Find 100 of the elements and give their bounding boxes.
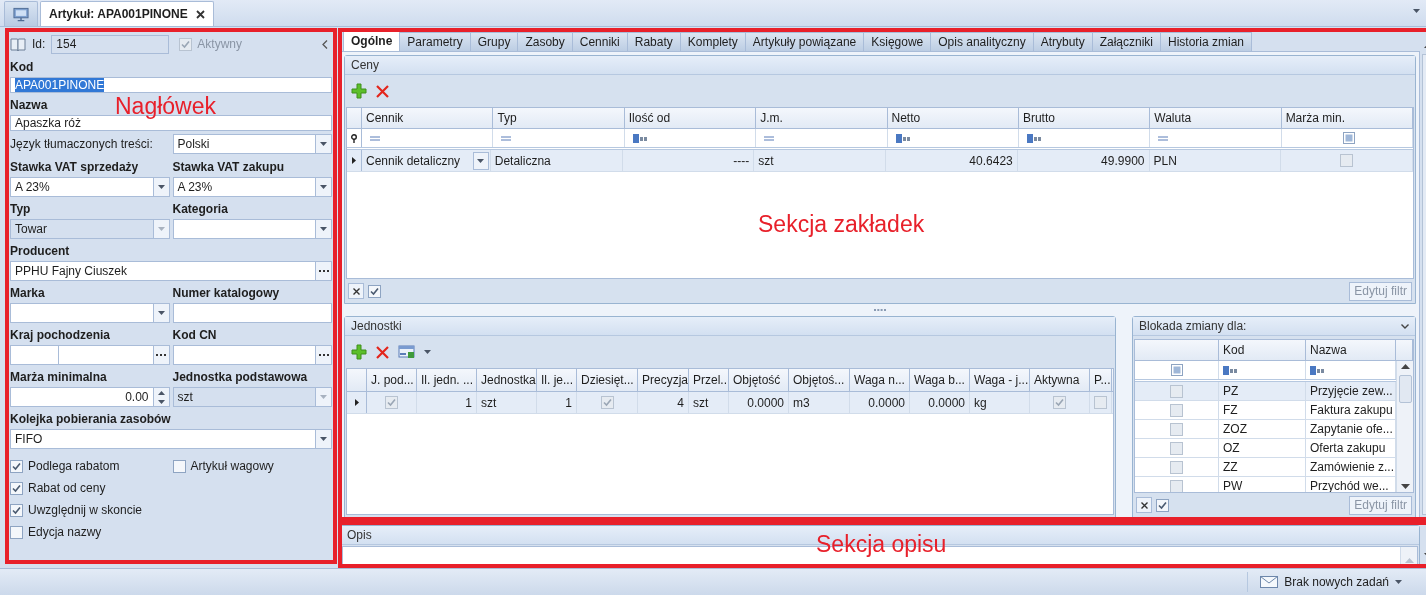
- filter-checkbox[interactable]: [1156, 498, 1169, 512]
- home-tab[interactable]: [4, 1, 38, 26]
- number-field[interactable]: 0.00: [10, 387, 154, 407]
- checkbox[interactable]: [10, 481, 23, 495]
- checkbox[interactable]: [10, 459, 23, 473]
- document-tab[interactable]: Artykuł: APA001PINONE: [40, 1, 214, 26]
- table-row[interactable]: 1 szt 1 4 szt 0.0000 m3 0.0000 0.0000 kg: [347, 392, 1113, 414]
- lookup-field[interactable]: PPHU Fajny Ciuszek: [10, 261, 316, 281]
- tab[interactable]: Załączniki: [1091, 32, 1161, 51]
- dropdown-button[interactable]: [316, 429, 332, 449]
- dropdown-field[interactable]: A 23%: [172, 177, 316, 197]
- column-header[interactable]: Objętość: [729, 369, 789, 391]
- checkbox[interactable]: [1094, 396, 1107, 409]
- delete-icon[interactable]: [375, 344, 390, 360]
- checkbox[interactable]: [1170, 422, 1183, 436]
- browse-button[interactable]: [316, 261, 332, 281]
- checkbox[interactable]: [1053, 396, 1066, 409]
- checkbox[interactable]: [1170, 441, 1183, 455]
- dropdown-button[interactable]: [316, 219, 332, 239]
- checkbox[interactable]: [10, 503, 23, 517]
- scroll-up-icon[interactable]: [1400, 364, 1410, 369]
- filter-checkbox-icon[interactable]: [1170, 364, 1183, 376]
- filter-checkbox[interactable]: [368, 284, 381, 298]
- column-header[interactable]: Precyzja: [638, 369, 689, 391]
- column-header[interactable]: Nazwa: [1306, 340, 1396, 360]
- column-header[interactable]: Waga - j...: [970, 369, 1030, 391]
- checkbox[interactable]: [1340, 154, 1354, 167]
- tab[interactable]: Artykuły powiązane: [744, 32, 865, 51]
- add-icon[interactable]: [351, 344, 367, 360]
- clear-filter-button[interactable]: [348, 283, 364, 299]
- column-header[interactable]: Aktywna: [1030, 369, 1090, 391]
- chevron-down-icon[interactable]: [1401, 323, 1409, 329]
- table-row[interactable]: PZ Przyjęcie zew...: [1135, 382, 1396, 401]
- table-row[interactable]: ZOZ Zapytanie ofe...: [1135, 420, 1396, 439]
- scrollbar-thumb[interactable]: [1398, 375, 1412, 403]
- dropdown-button[interactable]: [472, 151, 489, 170]
- checkbox[interactable]: [385, 396, 398, 409]
- dropdown-field[interactable]: Polski: [172, 134, 316, 154]
- add-icon[interactable]: [351, 83, 367, 99]
- dropdown-button[interactable]: [316, 177, 332, 197]
- browse-button[interactable]: [316, 345, 332, 365]
- checkbox[interactable]: [1170, 460, 1183, 474]
- column-header[interactable]: J. pod...: [367, 369, 417, 391]
- tab[interactable]: Komplety: [679, 32, 746, 51]
- table-row[interactable]: OZ Oferta zakupu: [1135, 439, 1396, 458]
- column-header[interactable]: Cennik: [362, 108, 494, 128]
- checkbox[interactable]: [172, 459, 186, 473]
- lookup-field[interactable]: [172, 345, 316, 365]
- caret-icon[interactable]: [1413, 9, 1420, 13]
- column-header[interactable]: Objętoś...: [789, 369, 850, 391]
- checkbox[interactable]: [600, 396, 614, 409]
- tab[interactable]: Opis analityczny: [930, 32, 1034, 51]
- column-header[interactable]: Waga b...: [910, 369, 970, 391]
- tab[interactable]: Atrybuty: [1032, 32, 1093, 51]
- close-icon[interactable]: [195, 9, 205, 19]
- checkbox[interactable]: [10, 525, 23, 539]
- checkbox[interactable]: [1170, 403, 1183, 417]
- scroll-down-icon[interactable]: [1400, 484, 1410, 489]
- text-field[interactable]: [172, 303, 332, 323]
- column-header[interactable]: Typ: [493, 108, 625, 128]
- dropdown-field[interactable]: [172, 219, 316, 239]
- dropdown-field[interactable]: A 23%: [10, 177, 154, 197]
- column-header[interactable]: Il. jedn. ...: [417, 369, 477, 391]
- dropdown-field[interactable]: FIFO: [10, 429, 316, 449]
- checkbox[interactable]: [1170, 384, 1183, 398]
- country-field[interactable]: [59, 345, 154, 365]
- table-row[interactable]: FZ Faktura zakupu: [1135, 401, 1396, 420]
- tab[interactable]: Historia zmian: [1160, 32, 1253, 51]
- dropdown-field[interactable]: [10, 303, 154, 323]
- clear-filter-button[interactable]: [1136, 497, 1152, 513]
- filter-checkbox-icon[interactable]: [1342, 132, 1355, 144]
- scrollbar[interactable]: [1396, 361, 1413, 492]
- column-header[interactable]: J.m.: [756, 108, 888, 128]
- column-header[interactable]: Kod: [1219, 340, 1306, 360]
- column-header[interactable]: Waga n...: [850, 369, 910, 391]
- status-text[interactable]: Brak nowych zadań: [1284, 575, 1389, 589]
- tab[interactable]: Cenniki: [571, 32, 628, 51]
- column-header[interactable]: Il. je...: [537, 369, 577, 391]
- export-icon[interactable]: [398, 345, 416, 359]
- column-header[interactable]: Jednostka: [477, 369, 537, 391]
- tab[interactable]: Księgowe: [863, 32, 932, 51]
- delete-icon[interactable]: [375, 83, 390, 99]
- column-header[interactable]: Brutto: [1018, 108, 1151, 128]
- table-row[interactable]: ZZ Zamówienie z...: [1135, 458, 1396, 477]
- tab[interactable]: Parametry: [399, 32, 471, 51]
- code-field[interactable]: [10, 345, 59, 365]
- checkbox[interactable]: [1170, 479, 1183, 492]
- column-header[interactable]: Dziesięt...: [577, 369, 638, 391]
- text-field[interactable]: APA001PINONE: [10, 77, 332, 93]
- collapse-icon[interactable]: [322, 39, 328, 49]
- column-header[interactable]: Waluta: [1150, 108, 1282, 128]
- tab[interactable]: Zasoby: [517, 32, 573, 51]
- tab[interactable]: Grupy: [469, 32, 519, 51]
- column-header[interactable]: Netto: [887, 108, 1019, 128]
- column-header[interactable]: P...: [1090, 369, 1112, 391]
- dropdown-button[interactable]: [316, 134, 332, 154]
- tab[interactable]: Rabaty: [626, 32, 681, 51]
- column-header[interactable]: Ilość od: [624, 108, 757, 128]
- column-header[interactable]: Przel...: [689, 369, 729, 391]
- column-header[interactable]: Marża min.: [1281, 108, 1413, 128]
